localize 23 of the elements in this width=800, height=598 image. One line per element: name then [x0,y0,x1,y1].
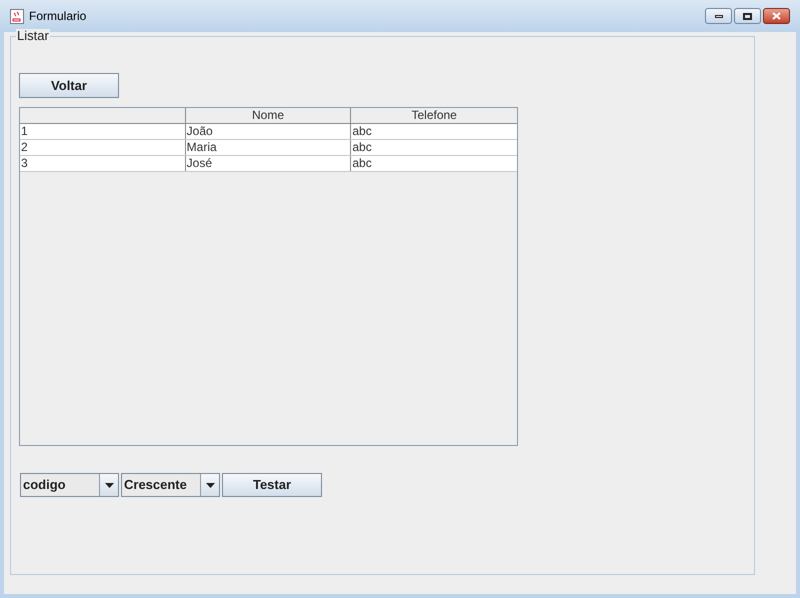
dropdown-arrow-icon [206,482,214,488]
table-cell: José [186,156,352,171]
panel-title: Listar [16,29,50,43]
sort-order-dropdown[interactable]: Crescente [121,473,220,497]
table-cell-text: abc [351,156,373,171]
table-cell-text: abc [351,140,373,155]
back-button[interactable]: Voltar [19,73,119,98]
minimize-button[interactable] [705,8,732,24]
close-button[interactable] [763,8,790,24]
table-cell: 1 [20,124,186,139]
table-cell: 3 [20,156,186,171]
table-cell: Maria [186,140,352,155]
table-cell-text: abc [351,124,373,139]
close-icon [772,12,781,20]
table-cell: 2 [20,140,186,155]
sort-field-dropdown[interactable]: codigo [20,473,119,497]
column-header[interactable]: Telefone [351,108,518,123]
test-button[interactable]: Testar [222,473,322,497]
maximize-button[interactable] [734,8,761,24]
column-header[interactable]: Nome [186,108,352,123]
window-title: Formulario [29,8,86,25]
table-cell: João [186,124,352,139]
dropdown-arrow-icon [104,482,114,488]
